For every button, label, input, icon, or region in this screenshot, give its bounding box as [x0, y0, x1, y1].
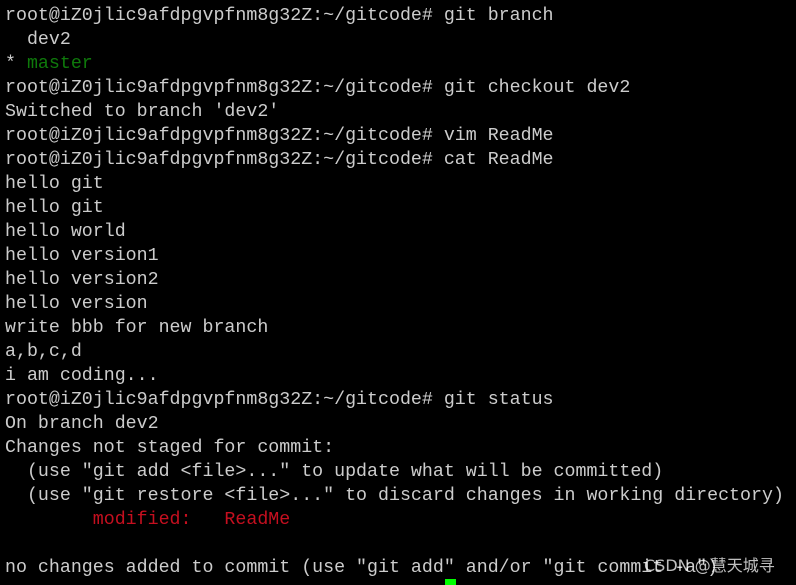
terminal-text: i am coding... [5, 366, 159, 386]
terminal-text: hello world [5, 222, 126, 242]
terminal-line: (use "git restore <file>..." to discard … [5, 484, 784, 508]
terminal-text: On branch dev2 [5, 414, 159, 434]
terminal-line: a,b,c,d [5, 340, 784, 364]
terminal-text: root@iZ0jlic9afdpgvpfnm8g32Z:~/gitcode# … [5, 126, 554, 146]
terminal-line: write bbb for new branch [5, 316, 784, 340]
terminal-text: root@iZ0jlic9afdpgvpfnm8g32Z:~/gitcode# … [5, 78, 631, 98]
terminal-text: root@iZ0jlic9afdpgvpfnm8g32Z:~/gitcode# … [5, 6, 554, 26]
terminal-text: Switched to branch 'dev2' [5, 102, 280, 122]
terminal-cursor [445, 579, 456, 585]
terminal-text: root@iZ0jlic9afdpgvpfnm8g32Z:~/gitcode# … [5, 150, 554, 170]
terminal-line: root@iZ0jlic9afdpgvpfnm8g32Z:~/gitcode# … [5, 388, 784, 412]
terminal-text: root@iZ0jlic9afdpgvpfnm8g32Z:~/gitcode# … [5, 390, 554, 410]
terminal-line: hello world [5, 220, 784, 244]
terminal-line: hello git [5, 172, 784, 196]
terminal-line: (use "git add <file>..." to update what … [5, 460, 784, 484]
terminal-line: hello version [5, 292, 784, 316]
terminal-line: On branch dev2 [5, 412, 784, 436]
terminal-text: hello version2 [5, 270, 159, 290]
terminal-output[interactable]: root@iZ0jlic9afdpgvpfnm8g32Z:~/gitcode# … [5, 4, 784, 580]
terminal-text: Changes not staged for commit: [5, 438, 335, 458]
terminal-text: write bbb for new branch [5, 318, 269, 338]
terminal-line: modified: ReadMe [5, 508, 784, 532]
terminal-text: * [5, 54, 27, 74]
terminal-line: Changes not staged for commit: [5, 436, 784, 460]
terminal-line: * master [5, 52, 784, 76]
watermark: CSDN @慧天城寻 [644, 556, 775, 575]
terminal-text: hello version [5, 294, 148, 314]
terminal-line: root@iZ0jlic9afdpgvpfnm8g32Z:~/gitcode# … [5, 148, 784, 172]
terminal-line: root@iZ0jlic9afdpgvpfnm8g32Z:~/gitcode# … [5, 76, 784, 100]
terminal-text: dev2 [5, 30, 71, 50]
terminal-line: hello version1 [5, 244, 784, 268]
terminal-line: root@iZ0jlic9afdpgvpfnm8g32Z:~/gitcode# … [5, 124, 784, 148]
terminal-text: hello git [5, 198, 104, 218]
terminal-text: no changes added to commit (use "git add… [5, 558, 719, 578]
terminal-line: Switched to branch 'dev2' [5, 100, 784, 124]
current-branch: master [26, 54, 93, 74]
terminal-text: a,b,c,d [5, 342, 82, 362]
terminal-line: hello version2 [5, 268, 784, 292]
terminal-text: (use "git add <file>..." to update what … [5, 462, 664, 482]
terminal-text: (use "git restore <file>..." to discard … [5, 486, 784, 506]
terminal-text: hello git [5, 174, 104, 194]
terminal-line: root@iZ0jlic9afdpgvpfnm8g32Z:~/gitcode# … [5, 4, 784, 28]
terminal-line: i am coding... [5, 364, 784, 388]
modified-file: modified: ReadMe [92, 510, 291, 530]
terminal-line: hello git [5, 196, 784, 220]
terminal-text: hello version1 [5, 246, 159, 266]
terminal-line: dev2 [5, 28, 784, 52]
